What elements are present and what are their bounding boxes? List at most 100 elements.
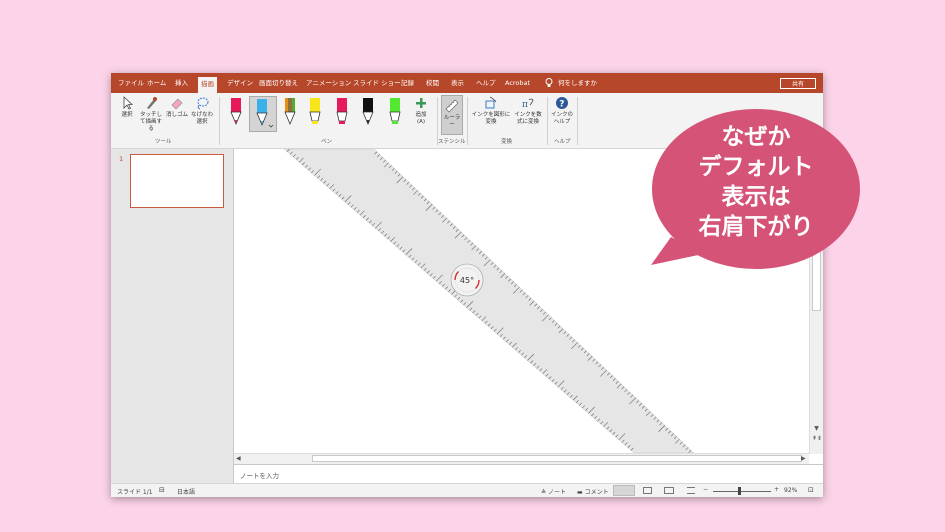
zoom-in-button[interactable]: + — [774, 486, 779, 493]
highlighter-green-icon — [389, 98, 401, 124]
horizontal-scrollbar[interactable]: ◀ ▶ — [234, 453, 809, 464]
pen-galaxy-icon — [284, 98, 296, 126]
callout-text: なぜか デフォルト 表示は 右肩下がり — [651, 122, 861, 242]
highlighter-pink[interactable] — [335, 97, 349, 129]
separator — [547, 97, 548, 145]
comments-toggle-label: コメント — [584, 489, 609, 496]
callout-line: 右肩下がり — [698, 214, 814, 240]
convert-group-label: 変換 — [501, 139, 513, 145]
slide-sorter-view-button[interactable] — [643, 487, 652, 494]
svg-text:π: π — [522, 100, 528, 110]
scroll-left-icon[interactable]: ◀ — [236, 455, 241, 463]
highlighter-yellow[interactable] — [308, 97, 322, 129]
scroll-right-icon[interactable]: ▶ — [801, 455, 806, 463]
touch-draw-icon — [147, 97, 157, 109]
highlighter-pink-icon — [336, 98, 348, 124]
reading-view-button[interactable] — [664, 487, 674, 494]
help-icon: ? — [556, 97, 568, 110]
callout-line: なぜか — [721, 124, 791, 150]
tab-slideshow[interactable]: スライド ショー — [353, 78, 401, 88]
separator — [577, 97, 578, 145]
separator — [467, 97, 468, 145]
zoom-level[interactable]: 92% — [784, 487, 797, 494]
notes-toggle[interactable]: ≜ ノート — [541, 487, 566, 496]
normal-view-button[interactable] — [613, 485, 635, 496]
add-pen-button[interactable]: 追加 (A) — [410, 96, 432, 126]
slide-thumbnail[interactable] — [130, 154, 224, 208]
tab-review[interactable]: 校閲 — [426, 78, 439, 88]
tab-insert[interactable]: 挿入 — [175, 78, 188, 88]
tab-record[interactable]: 記録 — [401, 78, 414, 88]
previous-next-slide-icon[interactable]: ⇞⇟ — [812, 435, 822, 451]
slide-thumbnail-pane: 1 — [111, 149, 234, 483]
ink-to-math-label: インクを数式に変換 — [514, 112, 542, 125]
callout-line: デフォルト — [698, 154, 814, 180]
ink-to-math-icon: π — [522, 98, 534, 110]
ruler-button[interactable]: ルーラー — [441, 95, 463, 135]
zoom-slider-thumb[interactable] — [738, 487, 741, 495]
horizontal-scroll-thumb[interactable] — [312, 455, 802, 462]
status-bar: スライド 1/1 ⊟ 日本語 ≜ ノート ▬ コメント − + 92% ⊡ — [111, 483, 823, 497]
tab-draw[interactable]: 描画 — [198, 77, 217, 93]
zoom-out-button[interactable]: − — [703, 486, 708, 493]
select-label: 選択 — [121, 112, 133, 118]
share-label: 共有 — [791, 81, 804, 88]
cursor-icon — [123, 96, 134, 110]
slideshow-view-button[interactable] — [687, 487, 695, 494]
spellcheck-icon[interactable]: ⊟ — [159, 486, 165, 494]
ink-to-shape-button[interactable]: インクを図形に変換 — [471, 96, 511, 126]
pen-galaxy[interactable] — [283, 97, 297, 129]
tab-animations[interactable]: アニメーション — [306, 78, 351, 88]
tab-transitions[interactable]: 画面切り替え — [259, 78, 298, 88]
lightbulb-icon — [545, 78, 553, 91]
ribbon-tab-bar: ファイル ホーム 挿入 描画 デザイン 画面切り替え アニメーション スライド … — [111, 73, 823, 93]
fit-to-window-icon[interactable]: ⊡ — [808, 486, 814, 494]
ruler-label: ルーラー — [443, 115, 461, 128]
ink-to-shape-icon — [485, 96, 497, 109]
ruler-icon — [445, 99, 459, 113]
stencils-group-label: ステンシル — [438, 139, 466, 145]
svg-text:?: ? — [559, 100, 564, 110]
notes-pane[interactable]: ノートを入力 — [234, 464, 823, 484]
tab-help[interactable]: ヘルプ — [476, 78, 496, 88]
scroll-down-icon[interactable]: ▼ — [812, 425, 821, 433]
comments-toggle[interactable]: ▬ コメント — [577, 487, 609, 496]
eraser-icon — [171, 98, 183, 110]
select-button[interactable]: 選択 — [119, 96, 135, 119]
ink-to-shape-label: インクを図形に変換 — [471, 112, 511, 125]
touch-draw-button[interactable]: タッチして描画する — [138, 96, 164, 133]
pens-group-label: ペン — [321, 139, 333, 145]
tab-acrobat[interactable]: Acrobat — [505, 78, 530, 88]
callout-line: 表示は — [721, 184, 791, 210]
ink-help-label: インクのヘルプ — [551, 112, 574, 125]
tab-home[interactable]: ホーム — [147, 78, 166, 88]
ink-to-math-button[interactable]: π インクを数式に変換 — [513, 96, 543, 126]
eraser-button[interactable]: 消しゴム — [166, 96, 188, 119]
notes-placeholder: ノートを入力 — [240, 472, 279, 480]
plus-icon — [416, 98, 426, 108]
pen-red-icon — [230, 98, 242, 126]
notes-toggle-label: ノート — [547, 489, 566, 496]
separator — [219, 97, 220, 145]
comment-icon: ▬ — [577, 489, 583, 496]
add-pen-label: 追加 — [415, 112, 427, 118]
lasso-select-button[interactable]: なげなわ選択 — [190, 96, 214, 126]
pen-red[interactable] — [229, 97, 243, 129]
pen-blue-selected[interactable] — [249, 96, 277, 132]
ink-help-button[interactable]: ? インクのヘルプ — [551, 96, 573, 126]
highlighter-green[interactable] — [388, 97, 402, 129]
slide-count-status: スライド 1/1 — [117, 489, 153, 496]
tab-view[interactable]: 表示 — [451, 78, 464, 88]
pen-black[interactable] — [361, 97, 375, 129]
language-status[interactable]: 日本語 — [177, 487, 195, 496]
pen-blue-icon — [256, 99, 274, 128]
tab-design[interactable]: デザイン — [227, 78, 253, 88]
tell-me-search[interactable]: 何をしますか — [558, 78, 597, 88]
ruler-angle-label: 45° — [460, 276, 474, 285]
share-button[interactable]: 共有 — [780, 78, 816, 89]
tools-group-label: ツール — [155, 139, 172, 145]
tab-file[interactable]: ファイル — [118, 78, 144, 88]
slide-number: 1 — [119, 155, 124, 163]
zoom-slider[interactable] — [713, 491, 771, 492]
notes-icon: ≜ — [541, 489, 547, 496]
